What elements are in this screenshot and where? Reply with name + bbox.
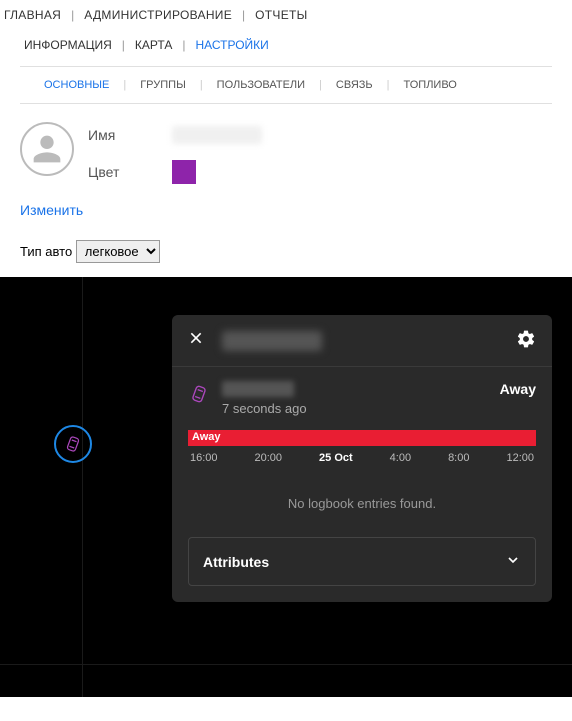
color-label: Цвет bbox=[88, 164, 158, 180]
gear-icon bbox=[516, 329, 536, 349]
map-vehicle-pin[interactable] bbox=[54, 425, 92, 463]
name-row: Имя bbox=[88, 126, 262, 144]
separator: | bbox=[113, 79, 136, 91]
sub-nav-map[interactable]: КАРТА bbox=[131, 38, 176, 52]
timeline-ticks: 16:00 20:00 25 Oct 4:00 8:00 12:00 bbox=[188, 446, 536, 474]
car-type-label: Тип авто bbox=[20, 244, 72, 259]
tick: 20:00 bbox=[255, 452, 283, 464]
tab-connection[interactable]: СВЯЗЬ bbox=[332, 79, 377, 91]
sub-nav: ИНФОРМАЦИЯ | КАРТА | НАСТРОЙКИ bbox=[0, 30, 572, 60]
separator: | bbox=[377, 79, 400, 91]
map-area[interactable]: 7 seconds ago Away Away 16:00 20:00 25 O… bbox=[0, 277, 572, 697]
top-nav: ГЛАВНАЯ | АДМИНИСТРИРОВАНИЕ | ОТЧЕТЫ bbox=[0, 0, 572, 30]
vehicle-icon bbox=[188, 383, 210, 408]
panel-header bbox=[172, 315, 552, 367]
name-label: Имя bbox=[88, 127, 158, 143]
attributes-label: Attributes bbox=[203, 554, 269, 570]
tick: 12:00 bbox=[506, 452, 534, 464]
timeline-bar: Away bbox=[188, 430, 536, 446]
car-icon bbox=[185, 380, 213, 408]
sub-nav-settings[interactable]: НАСТРОЙКИ bbox=[191, 38, 272, 52]
vehicle-time: 7 seconds ago bbox=[222, 401, 488, 416]
tab-groups[interactable]: ГРУППЫ bbox=[136, 79, 190, 91]
tab-fuel[interactable]: ТОПЛИВО bbox=[400, 79, 461, 91]
timeline[interactable]: Away 16:00 20:00 25 Oct 4:00 8:00 12:00 bbox=[188, 430, 536, 474]
edit-link[interactable]: Изменить bbox=[0, 194, 103, 232]
vehicle-row: 7 seconds ago Away bbox=[188, 381, 536, 416]
separator: | bbox=[190, 79, 213, 91]
car-type-row: Тип авто легковое bbox=[0, 232, 572, 277]
tick: 4:00 bbox=[390, 452, 411, 464]
chevron-down-icon bbox=[505, 552, 521, 571]
top-nav-reports[interactable]: ОТЧЕТЫ bbox=[251, 8, 311, 22]
top-nav-main[interactable]: ГЛАВНАЯ bbox=[0, 8, 65, 22]
tick: 8:00 bbox=[448, 452, 469, 464]
tick: 16:00 bbox=[190, 452, 218, 464]
panel-title bbox=[222, 331, 322, 351]
settings-button[interactable] bbox=[516, 329, 536, 352]
attributes-expander[interactable]: Attributes bbox=[188, 537, 536, 586]
separator: | bbox=[116, 38, 131, 52]
separator: | bbox=[176, 38, 191, 52]
top-nav-admin[interactable]: АДМИНИСТРИРОВАНИЕ bbox=[80, 8, 236, 22]
name-value bbox=[172, 126, 262, 144]
person-icon bbox=[27, 129, 67, 169]
vehicle-name bbox=[222, 381, 294, 397]
car-icon bbox=[60, 431, 86, 457]
sub-nav-info[interactable]: ИНФОРМАЦИЯ bbox=[20, 38, 116, 52]
separator: | bbox=[236, 8, 251, 22]
vehicle-panel: 7 seconds ago Away Away 16:00 20:00 25 O… bbox=[172, 315, 552, 602]
close-button[interactable] bbox=[188, 330, 204, 351]
color-row: Цвет bbox=[88, 160, 262, 184]
no-entries-message: No logbook entries found. bbox=[188, 480, 536, 533]
form-area: Имя Цвет bbox=[0, 104, 572, 194]
tab-main[interactable]: ОСНОВНЫЕ bbox=[40, 79, 113, 91]
separator: | bbox=[309, 79, 332, 91]
close-icon bbox=[188, 330, 204, 346]
separator: | bbox=[65, 8, 80, 22]
tick-date: 25 Oct bbox=[319, 452, 353, 464]
avatar[interactable] bbox=[20, 122, 74, 176]
tab-users[interactable]: ПОЛЬЗОВАТЕЛИ bbox=[213, 79, 309, 91]
tabs: ОСНОВНЫЕ | ГРУППЫ | ПОЛЬЗОВАТЕЛИ | СВЯЗЬ… bbox=[20, 66, 552, 104]
color-swatch[interactable] bbox=[172, 160, 196, 184]
vehicle-status: Away bbox=[500, 381, 536, 397]
car-type-select[interactable]: легковое bbox=[76, 240, 160, 263]
